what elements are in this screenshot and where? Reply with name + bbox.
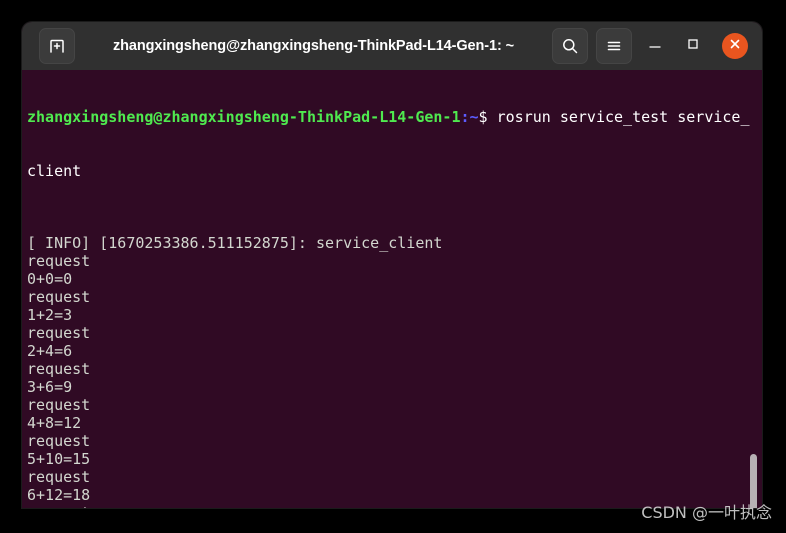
window-titlebar: zhangxingsheng@zhangxingsheng-ThinkPad-L… <box>22 22 762 70</box>
terminal-prompt-line: zhangxingsheng@zhangxingsheng-ThinkPad-L… <box>27 108 749 126</box>
terminal-scrollbar[interactable] <box>748 70 758 508</box>
prompt-path: :~ <box>460 108 479 126</box>
prompt-sigil: $ <box>478 108 488 126</box>
terminal-line: 6+12=18 <box>27 486 91 504</box>
prompt-user-host: zhangxingsheng@zhangxingsheng-ThinkPad-L… <box>27 108 461 126</box>
terminal-line: 1+2=3 <box>27 306 73 324</box>
watermark: CSDN @一叶执念 <box>641 503 772 522</box>
terminal-line: request <box>27 396 91 414</box>
terminal-command-wrap: client <box>27 162 82 180</box>
window-controls-group <box>552 28 754 64</box>
search-icon <box>561 37 579 55</box>
terminal-output-area[interactable]: zhangxingsheng@zhangxingsheng-ThinkPad-L… <box>22 70 762 508</box>
terminal-line: 0+0=0 <box>27 270 73 288</box>
hamburger-menu-icon <box>605 37 623 55</box>
terminal-line: request <box>27 432 91 450</box>
menu-button[interactable] <box>596 28 632 64</box>
terminal-line: request <box>27 468 91 486</box>
window-title: zhangxingsheng@zhangxingsheng-ThinkPad-L… <box>113 38 514 54</box>
terminal-text: zhangxingsheng@zhangxingsheng-ThinkPad-L… <box>27 72 749 508</box>
terminal-line: request <box>27 324 91 342</box>
terminal-line: request <box>27 288 91 306</box>
terminal-line: 3+6=9 <box>27 378 73 396</box>
terminal-line: 5+10=15 <box>27 450 91 468</box>
prompt-command: rosrun service_test service_ <box>487 108 750 126</box>
close-icon <box>728 37 742 56</box>
new-tab-icon <box>48 37 66 55</box>
minimize-icon <box>647 36 663 57</box>
terminal-line: 4+8=12 <box>27 414 82 432</box>
terminal-output-lines: [ INFO] [1670253386.511152875]: service_… <box>27 234 744 508</box>
terminal-line: [ INFO] [1670253386.511152875]: service_… <box>27 234 443 252</box>
maximize-button[interactable] <box>678 31 708 61</box>
minimize-button[interactable] <box>640 31 670 61</box>
close-button[interactable] <box>722 33 748 59</box>
terminal-line: request <box>27 252 91 270</box>
terminal-line: request <box>27 504 744 508</box>
terminal-line: request <box>27 360 91 378</box>
new-tab-button[interactable] <box>39 28 75 64</box>
screen: zhangxingsheng@zhangxingsheng-ThinkPad-L… <box>0 0 786 533</box>
terminal-window: zhangxingsheng@zhangxingsheng-ThinkPad-L… <box>22 22 762 508</box>
terminal-line: 2+4=6 <box>27 342 73 360</box>
maximize-icon <box>685 36 701 57</box>
search-button[interactable] <box>552 28 588 64</box>
